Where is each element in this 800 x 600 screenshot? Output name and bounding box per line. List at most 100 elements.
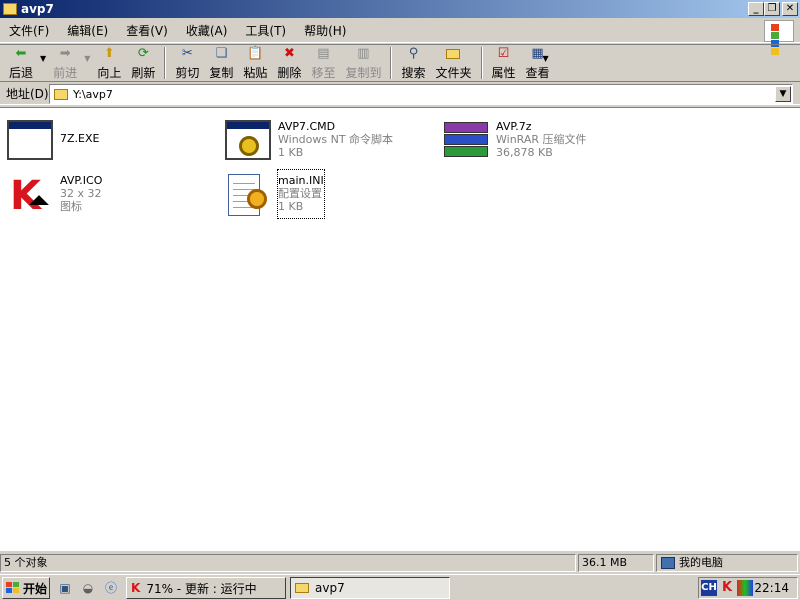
task-label: 71% - 更新 : 运行中	[146, 581, 257, 596]
file-item[interactable]: K AVP.ICO 32 x 32 图标	[6, 170, 102, 218]
menu-view[interactable]: 查看(V)	[117, 22, 177, 39]
cut-button[interactable]: ✂ 剪切	[170, 45, 204, 81]
delete-icon: ✖	[283, 45, 295, 61]
folder-icon	[295, 583, 309, 593]
file-name: main.INI	[278, 174, 324, 187]
start-button[interactable]: 开始	[2, 577, 50, 599]
title-bar[interactable]: avp7 _ ❐ ✕	[0, 0, 800, 18]
up-button[interactable]: ⬆ 向上	[92, 45, 126, 81]
forward-button[interactable]: ➡ 前进	[48, 45, 82, 81]
address-label: 地址(D)	[6, 87, 49, 101]
minimize-button[interactable]: _	[748, 2, 764, 16]
forward-icon: ➡	[59, 45, 71, 61]
task-explorer-avp7[interactable]: avp7	[290, 577, 450, 599]
clock[interactable]: 22:14	[754, 581, 789, 595]
copy-label: 复制	[209, 65, 234, 80]
toolbar-separator	[164, 47, 167, 79]
search-button[interactable]: ⚲ 搜索	[396, 45, 430, 81]
windows-logo-icon	[6, 582, 20, 594]
file-view[interactable]: 7Z.EXE AVP7.CMD Windows NT 命令脚本 1 KB AVP…	[0, 107, 800, 551]
folders-label: 文件夹	[435, 65, 472, 80]
properties-button[interactable]: ☑ 属性	[487, 45, 521, 81]
back-dropdown-icon[interactable]: ▼	[38, 54, 48, 63]
file-type: WinRAR 压缩文件	[496, 133, 587, 146]
menu-favorites[interactable]: 收藏(A)	[177, 22, 237, 39]
delete-button[interactable]: ✖ 删除	[272, 45, 306, 81]
file-size: 36,878 KB	[496, 146, 553, 159]
file-name: AVP7.CMD	[278, 120, 336, 133]
folder-icon	[54, 88, 68, 100]
file-type: Windows NT 命令脚本	[278, 133, 394, 146]
copy-to-button[interactable]: ▥ 复制到	[340, 45, 386, 81]
menu-bar: 文件(F) 编辑(E) 查看(V) 收藏(A) 工具(T) 帮助(H)	[0, 19, 800, 55]
refresh-button[interactable]: ⟳ 刷新	[126, 45, 160, 81]
kaspersky-tray-icon[interactable]: K	[719, 580, 735, 596]
window-title: avp7	[21, 2, 54, 16]
cut-icon: ✂	[181, 45, 193, 61]
menu-edit[interactable]: 编辑(E)	[58, 22, 117, 39]
menu-help[interactable]: 帮助(H)	[295, 22, 355, 39]
move-to-label: 移至	[311, 65, 336, 80]
task-kaspersky-update[interactable]: K 71% - 更新 : 运行中	[126, 577, 286, 599]
file-size: 1 KB	[278, 146, 304, 159]
file-item[interactable]: 7Z.EXE	[6, 116, 99, 164]
properties-icon: ☑	[497, 45, 510, 61]
status-object-count: 5 个对象	[0, 554, 576, 572]
address-dropdown-button[interactable]: ▼	[775, 86, 791, 102]
file-name: 7Z.EXE	[60, 132, 100, 145]
file-item[interactable]: main.INI 配置设置 1 KB	[224, 169, 325, 219]
menu-file[interactable]: 文件(F)	[0, 22, 58, 39]
refresh-label: 刷新	[131, 65, 156, 80]
task-label: avp7	[315, 581, 345, 595]
cmd-icon	[224, 116, 272, 164]
address-bar: 地址(D) Y:\avp7 ▼	[0, 83, 800, 105]
toolbar-separator	[480, 47, 483, 79]
file-name: AVP.ICO	[60, 174, 103, 187]
kaspersky-icon: K	[6, 170, 54, 218]
views-dropdown-icon[interactable]: ▼	[541, 54, 551, 63]
address-input[interactable]: Y:\avp7 ▼	[49, 84, 793, 104]
properties-label: 属性	[491, 65, 516, 80]
forward-label: 前进	[53, 65, 78, 80]
start-label: 开始	[23, 581, 48, 596]
quicklaunch-ie-icon[interactable]: ⓔ	[102, 579, 120, 597]
status-location: 我的电脑	[656, 554, 798, 572]
forward-dropdown-icon[interactable]: ▼	[82, 54, 92, 63]
exe-icon	[6, 116, 54, 164]
quicklaunch-desktop-icon[interactable]: ▣	[56, 579, 74, 597]
back-label: 后退	[9, 65, 34, 80]
up-icon: ⬆	[103, 45, 115, 61]
restore-button[interactable]: ❐	[764, 2, 780, 16]
copy-icon: ❏	[215, 45, 228, 61]
file-text: 7Z.EXE	[60, 116, 99, 164]
file-type: 图标	[60, 200, 82, 213]
folders-button[interactable]: 文件夹	[430, 45, 476, 81]
status-location-label: 我的电脑	[679, 556, 723, 569]
back-button[interactable]: ⬅ 后退	[4, 45, 38, 81]
menu-tools[interactable]: 工具(T)	[236, 22, 295, 39]
views-button[interactable]: ▦ 查看	[521, 45, 555, 81]
toolbar-separator	[390, 47, 393, 79]
file-item[interactable]: AVP7.CMD Windows NT 命令脚本 1 KB	[224, 116, 393, 164]
ini-icon	[224, 170, 272, 218]
paste-button[interactable]: 📋 粘贴	[238, 45, 272, 81]
paste-icon: 📋	[247, 45, 264, 61]
file-text: AVP.7z WinRAR 压缩文件 36,878 KB	[496, 116, 587, 164]
window-controls: _ ❐ ✕	[748, 2, 798, 16]
move-to-button[interactable]: ▤ 移至	[306, 45, 340, 81]
file-dimensions: 32 x 32	[60, 187, 102, 200]
folders-icon	[445, 46, 461, 62]
refresh-icon: ⟳	[137, 45, 149, 61]
rar-icon	[442, 116, 490, 164]
close-button[interactable]: ✕	[782, 2, 798, 16]
file-text: main.INI 配置设置 1 KB	[277, 169, 325, 219]
folder-icon	[3, 3, 17, 15]
kaspersky-icon: K	[131, 581, 141, 595]
copy-button[interactable]: ❏ 复制	[204, 45, 238, 81]
file-size: 1 KB	[278, 200, 304, 213]
file-item[interactable]: AVP.7z WinRAR 压缩文件 36,878 KB	[442, 116, 587, 164]
display-tray-icon[interactable]	[737, 580, 753, 596]
quicklaunch-drive-icon[interactable]: ◒	[79, 579, 97, 597]
language-indicator[interactable]: CH	[701, 580, 717, 596]
computer-icon	[661, 557, 675, 569]
